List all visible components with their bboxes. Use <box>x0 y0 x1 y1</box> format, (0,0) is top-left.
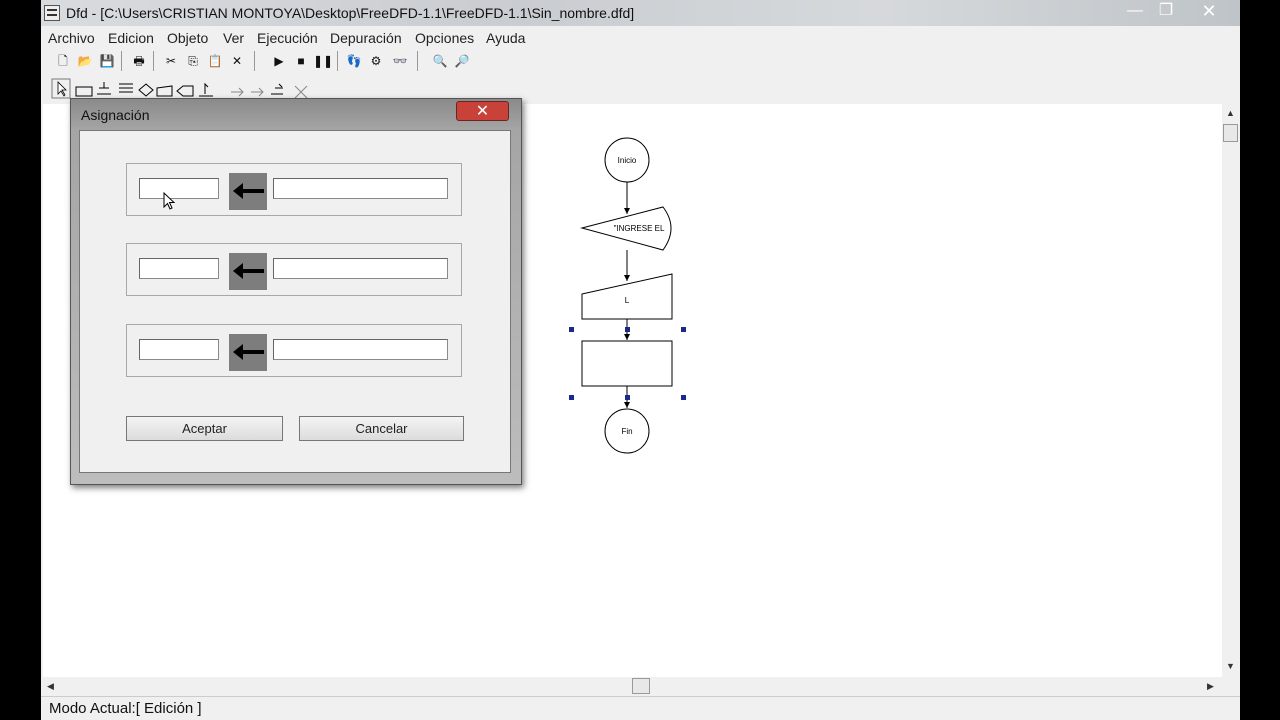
copy-icon[interactable]: ⎘ <box>183 51 203 71</box>
variable-input[interactable] <box>139 258 219 279</box>
delete-icon[interactable]: ✕ <box>227 51 247 71</box>
save-icon[interactable]: 💾 <box>97 51 117 71</box>
left-border <box>0 0 41 720</box>
expression-input[interactable] <box>273 178 448 199</box>
minimize-button[interactable]: — <box>1120 0 1150 22</box>
title-bar: Dfd - [C:\Users\CRISTIAN MONTOYA\Desktop… <box>41 0 1240 26</box>
object-palette <box>51 78 308 99</box>
output-label: "INGRESE EL <box>614 224 665 233</box>
watch-icon[interactable]: 👓 <box>390 51 410 71</box>
scroll-right-icon[interactable]: ▶ <box>1207 681 1214 692</box>
toolbar-separator <box>417 51 418 71</box>
start-label: Inicio <box>618 156 637 165</box>
toolbar-separator <box>121 51 122 71</box>
menu-edicion[interactable]: Edicion <box>108 30 154 46</box>
close-button[interactable]: ✕ <box>1186 0 1232 22</box>
connector-arrow <box>624 334 630 340</box>
status-mode: Modo Actual:[ Edición ] <box>49 700 202 717</box>
assign-arrow-icon <box>229 334 267 371</box>
object-toolbar <box>51 78 341 100</box>
menu-ejecucion[interactable]: Ejecución <box>257 30 318 46</box>
open-file-icon[interactable]: 📂 <box>75 51 95 71</box>
menu-ayuda[interactable]: Ayuda <box>486 30 525 46</box>
assignment-node[interactable] <box>581 340 673 387</box>
asignacion-dialog: Asignación ✕ Aceptar Cancelar <box>70 98 522 485</box>
input-label: L <box>625 296 630 305</box>
toolbar-separator <box>153 51 154 71</box>
scroll-up-icon[interactable]: ▲ <box>1226 108 1235 118</box>
connector-arrow <box>624 275 630 281</box>
variable-input[interactable] <box>139 339 219 360</box>
cancel-button[interactable]: Cancelar <box>299 416 464 441</box>
connector-arrow <box>624 402 630 408</box>
assignment-row <box>126 243 462 296</box>
menu-objeto[interactable]: Objeto <box>167 30 208 46</box>
app-icon[interactable] <box>44 5 60 21</box>
assign-arrow-icon <box>229 173 267 210</box>
pause-icon[interactable]: ❚❚ <box>313 51 333 71</box>
step-icon[interactable]: 👣 <box>344 51 364 71</box>
variable-input[interactable] <box>139 178 219 199</box>
dialog-body: Aceptar Cancelar <box>79 130 511 473</box>
horizontal-scrollbar[interactable]: ◀ ▶ <box>43 677 1222 696</box>
accept-button[interactable]: Aceptar <box>126 416 283 441</box>
zoom-out-icon[interactable]: 🔍 <box>430 51 450 71</box>
dialog-close-button[interactable]: ✕ <box>456 101 509 121</box>
menu-depuracion[interactable]: Depuración <box>330 30 402 46</box>
print-icon[interactable]: 🖶 <box>129 51 149 71</box>
dialog-title: Asignación <box>81 107 150 123</box>
assign-arrow-icon <box>229 253 267 290</box>
menu-ver[interactable]: Ver <box>223 30 244 46</box>
right-border <box>1240 0 1280 720</box>
paste-icon[interactable]: 📋 <box>205 51 225 71</box>
menu-archivo[interactable]: Archivo <box>48 30 95 46</box>
menu-opciones[interactable]: Opciones <box>415 30 474 46</box>
zoom-in-icon[interactable]: 🔎 <box>452 51 472 71</box>
status-bar: Modo Actual:[ Edición ] <box>41 696 1240 720</box>
new-file-icon[interactable]: 🗋 <box>53 51 73 71</box>
expression-input[interactable] <box>273 258 448 279</box>
maximize-button[interactable]: ❐ <box>1151 0 1181 22</box>
scroll-down-icon[interactable]: ▼ <box>1226 661 1235 671</box>
connector-arrow <box>624 208 630 214</box>
vertical-scrollbar[interactable]: ▲ ▼ <box>1222 104 1240 677</box>
vertical-scroll-thumb[interactable] <box>1223 124 1238 142</box>
stop-icon[interactable]: ■ <box>291 51 311 71</box>
debug-icon[interactable]: ⚙ <box>366 51 386 71</box>
expression-input[interactable] <box>273 339 448 360</box>
mouse-cursor-icon <box>163 192 176 210</box>
horizontal-scroll-thumb[interactable] <box>632 678 650 694</box>
window-title: Dfd - [C:\Users\CRISTIAN MONTOYA\Desktop… <box>66 5 635 21</box>
run-icon[interactable]: ▶ <box>269 51 289 71</box>
toolbar-separator <box>337 51 338 71</box>
assignment-row <box>126 324 462 377</box>
cut-icon[interactable]: ✂ <box>161 51 181 71</box>
toolbar-separator <box>254 51 255 71</box>
menu-bar: Archivo Edicion Objeto Ver Ejecución Dep… <box>41 27 1240 49</box>
end-label: Fin <box>621 427 632 436</box>
scroll-left-icon[interactable]: ◀ <box>47 681 54 692</box>
